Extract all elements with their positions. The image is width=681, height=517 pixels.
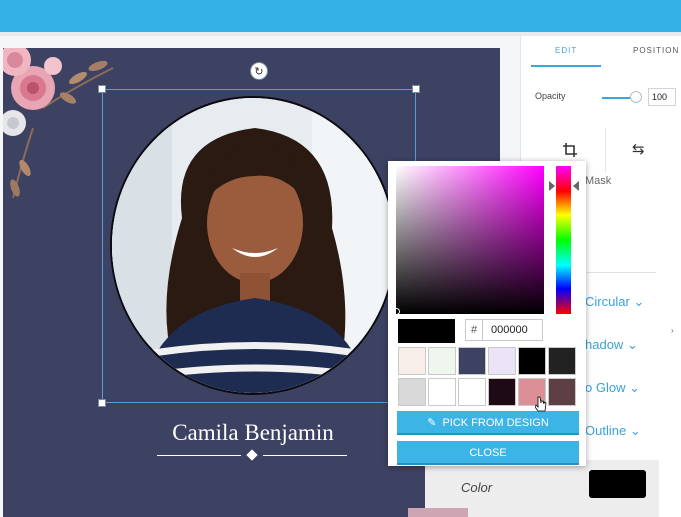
swatch[interactable] [398,378,426,406]
opacity-input[interactable]: 100 [648,88,676,106]
saturation-value-area[interactable] [396,166,544,314]
close-button[interactable]: CLOSE [397,441,579,465]
chevron-right-icon: › [671,326,674,335]
resize-handle-top-left[interactable] [98,85,106,93]
opacity-label: Opacity [535,91,566,101]
tab-edit[interactable]: EDIT [555,46,577,55]
color-picker: # ✎PICK FROM DESIGN CLOSE [388,161,586,466]
color-label: Color [461,480,493,495]
color-selector-dot[interactable] [393,308,400,315]
swatch[interactable] [548,347,576,375]
tab-position[interactable]: POSITION [633,46,679,55]
diamond-ornament [246,449,258,461]
swatch[interactable] [488,347,516,375]
effect-circular[interactable]: Circular ⌄ [585,294,644,310]
pick-from-design-button[interactable]: ✎ PICK FROM DESIGN [397,411,579,435]
hex-hash-label: # [466,320,483,340]
effect-shadow[interactable]: hadow ⌄ [585,337,638,353]
divider-left [157,455,241,456]
color-swatch-button[interactable] [589,470,646,498]
pointer-cursor-icon [535,396,547,412]
crop-icon[interactable] [562,142,578,162]
hue-slider[interactable] [556,166,571,314]
hue-arrow-left-icon [549,181,555,191]
swatch[interactable] [428,347,456,375]
hue-arrow-right-icon [573,181,579,191]
chevron-down-icon: ⌄ [629,423,641,438]
resize-handle-bottom-left[interactable] [98,399,106,407]
active-tab-indicator [531,65,601,67]
effect-outline[interactable]: Outline ⌄ [585,423,641,439]
swatch[interactable] [518,347,546,375]
chevron-down-icon: ⌄ [633,294,645,309]
swap-icon[interactable]: ⇆ [632,140,645,158]
swatch[interactable] [428,378,456,406]
mask-label[interactable]: Mask [585,175,611,187]
swatch[interactable] [548,378,576,406]
tool-separator [605,128,606,172]
eyedropper-icon: ✎ [427,416,437,429]
chevron-down-icon: ⌄ [629,380,640,395]
floral-decoration-bottom [408,508,468,517]
hex-field: # [465,319,543,341]
rotate-icon[interactable]: ↻ [250,62,268,80]
swatch[interactable] [458,347,486,375]
swatch[interactable] [488,378,516,406]
selection-box[interactable] [102,89,416,403]
chevron-down-icon: ⌄ [626,337,638,352]
hex-input[interactable] [483,320,542,340]
current-color-preview [398,319,455,343]
top-bar [0,0,681,32]
swatch[interactable] [458,378,486,406]
resize-handle-top-right[interactable] [412,85,420,93]
swatch[interactable] [398,347,426,375]
divider-right [263,455,347,456]
name-text[interactable]: Camila Benjamin [153,420,353,446]
opacity-slider-handle[interactable] [630,91,642,103]
effect-glow[interactable]: o Glow ⌄ [585,380,640,396]
